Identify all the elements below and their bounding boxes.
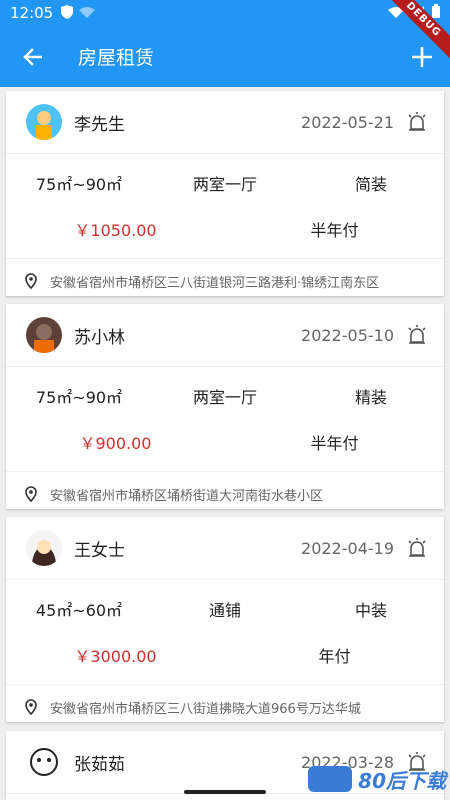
property-specs: 75㎡~90㎡ 两室一厅 简装	[6, 154, 444, 212]
status-time: 12:05	[10, 4, 54, 22]
location-pin-icon	[25, 699, 37, 715]
rent-info: ￥900.00 半年付	[6, 425, 444, 459]
owner-name: 李先生	[74, 114, 125, 135]
listing-card[interactable]: 苏小林 2022-05-10 75㎡~90㎡ 两室一厅 精装 ￥900.00 半…	[6, 304, 444, 509]
home-indicator	[184, 790, 266, 794]
status-bar: 12:05	[0, 0, 450, 26]
plus-icon	[412, 46, 432, 67]
card-header: 李先生 2022-05-21	[6, 91, 444, 154]
rent-price: ￥3000.00	[74, 647, 157, 666]
avatar	[26, 317, 62, 353]
rent-info: ￥3000.00 年付	[6, 638, 444, 672]
area-range: 75㎡~90㎡	[35, 175, 123, 194]
alarm-icon[interactable]	[406, 537, 428, 559]
alarm-icon[interactable]	[406, 111, 428, 133]
location-pin-icon	[25, 273, 37, 289]
rent-info: ￥1050.00 半年付	[6, 212, 444, 246]
property-specs: 75㎡~90㎡ 两室一厅 精装	[6, 367, 444, 425]
back-button[interactable]	[0, 26, 64, 87]
payment-period: 年付	[318, 647, 351, 666]
decoration-level: 简装	[354, 175, 387, 194]
watermark-logo	[308, 766, 353, 792]
post-date: 2022-05-10	[301, 325, 394, 345]
card-header: 苏小林 2022-05-10	[6, 304, 444, 367]
arrow-left-icon	[23, 47, 42, 66]
area-range: 75㎡~90㎡	[35, 388, 123, 407]
address-row: 安徽省宿州市埇桥区三八街道拂晓大道966号万达华城	[6, 684, 444, 729]
owner-name: 张茹茹	[74, 754, 125, 775]
address-row: 安徽省宿州市埇桥区三八街道银河三路港利·锦绣江南东区	[6, 258, 444, 303]
avatar	[26, 530, 62, 566]
owner-name: 王女士	[74, 540, 125, 561]
shield-icon	[61, 4, 74, 22]
post-date: 2022-05-21	[301, 112, 394, 132]
room-layout: 两室一厅	[192, 175, 257, 194]
decoration-level: 精装	[354, 388, 387, 407]
listing-card[interactable]: 王女士 2022-04-19 45㎡~60㎡ 通铺 中装 ￥3000.00 年付…	[6, 517, 444, 722]
listing-card[interactable]: 李先生 2022-05-21 75㎡~90㎡ 两室一厅 简装 ￥1050.00 …	[6, 91, 444, 296]
page-title: 房屋租赁	[78, 47, 155, 69]
payment-period: 半年付	[310, 434, 359, 453]
payment-period: 半年付	[310, 221, 359, 240]
decoration-level: 中装	[354, 601, 387, 620]
address-row: 安徽省宿州市埇桥区埇桥街道大河南街水巷小区	[6, 471, 444, 516]
rent-price: ￥1050.00	[74, 221, 157, 240]
rent-price: ￥900.00	[79, 434, 152, 453]
location-pin-icon	[25, 486, 37, 502]
avatar	[26, 744, 62, 780]
post-date: 2022-04-19	[301, 538, 394, 558]
watermark: 80后下载	[308, 764, 446, 794]
alarm-icon[interactable]	[406, 324, 428, 346]
avatar	[26, 104, 62, 140]
owner-name: 苏小林	[74, 327, 125, 348]
area-range: 45㎡~60㎡	[35, 601, 123, 620]
address-text: 安徽省宿州市埇桥区三八街道银河三路港利·锦绣江南东区	[50, 275, 380, 291]
address-text: 安徽省宿州市埇桥区埇桥街道大河南街水巷小区	[50, 488, 324, 504]
card-header: 王女士 2022-04-19	[6, 517, 444, 580]
watermark-text: 80后下载	[358, 768, 446, 793]
address-text: 安徽省宿州市埇桥区三八街道拂晓大道966号万达华城	[50, 701, 361, 717]
wifi-question-icon	[79, 6, 96, 21]
property-specs: 45㎡~60㎡ 通铺 中装	[6, 580, 444, 638]
app-bar: 房屋租赁	[0, 26, 450, 87]
room-layout: 通铺	[208, 601, 241, 620]
room-layout: 两室一厅	[192, 388, 257, 407]
